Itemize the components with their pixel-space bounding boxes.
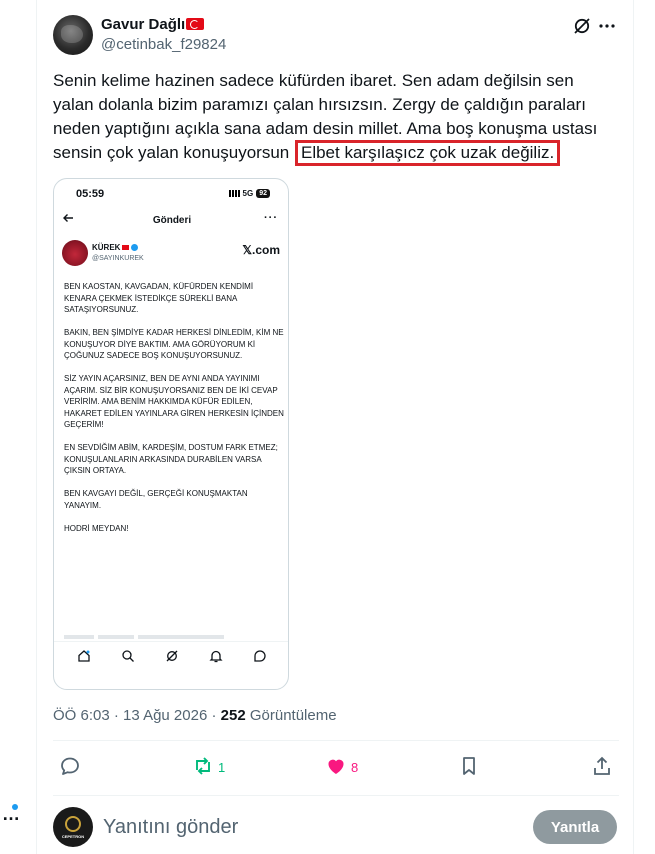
- like-button[interactable]: 8: [325, 755, 358, 780]
- embedded-screenshot[interactable]: 05:59 5G 92 Gönderi ··· KÜREK @SAYINKURE…: [53, 178, 289, 690]
- embedded-paragraph: HODRİ MEYDAN!: [64, 523, 129, 533]
- embedded-name-text: KÜREK: [92, 243, 121, 252]
- embedded-name: KÜREK: [92, 243, 139, 252]
- embedded-paragraph: EN SEVDİĞİM ABİM, KARDEŞİM, DOSTUM FARK …: [64, 443, 278, 475]
- embedded-avatar: [62, 240, 88, 266]
- phone-clock: 05:59: [76, 188, 105, 200]
- view-label: Görüntüleme: [249, 707, 337, 724]
- battery-icon: 92: [256, 189, 270, 198]
- bookmark-button[interactable]: [458, 755, 480, 780]
- grok-icon[interactable]: [572, 16, 592, 36]
- reply-icon[interactable]: [59, 755, 81, 780]
- divider: [53, 795, 619, 796]
- like-count: 8: [351, 760, 359, 775]
- phone-more-icon: ···: [264, 212, 278, 224]
- avatar-emblem: [65, 815, 81, 832]
- reply-input[interactable]: Yanıtını gönder: [103, 816, 238, 839]
- embedded-paragraph: SİZ YAYIN AÇARSINIZ, BEN DE AYNI ANDA YA…: [64, 374, 284, 429]
- retweet-count: 1: [218, 760, 226, 775]
- cut-off-text: [64, 635, 224, 639]
- search-icon: [120, 648, 136, 664]
- phone-bottom-nav: [54, 641, 288, 669]
- author-avatar[interactable]: [53, 15, 93, 55]
- embedded-handle: @SAYINKUREK: [92, 255, 144, 262]
- reply-submit-button[interactable]: Yanıtla: [533, 810, 617, 844]
- tweet-meta: ÖÖ 6:03 · 13 Ağu 2026 · 252 Görüntüleme: [53, 707, 337, 724]
- notification-dot: [12, 804, 18, 810]
- more-options-icon[interactable]: [597, 16, 617, 36]
- phone-status: 5G 92: [228, 189, 270, 198]
- signal-icon: [228, 190, 240, 197]
- author-name[interactable]: Gavur Dağlı: [101, 16, 205, 33]
- action-bar: 1 8: [53, 755, 619, 779]
- highlighted-phrase: Elbet karşılaşıcz çok uzak değiliz.: [294, 140, 561, 166]
- flag-icon: [122, 245, 130, 250]
- embedded-body: BEN KAOSTAN, KAVGADAN, KÜFÜRDEN KENDİMİ …: [64, 281, 284, 546]
- retweet-button[interactable]: 1: [192, 755, 225, 780]
- author-handle[interactable]: @cetinbak_f29824: [101, 36, 226, 53]
- phone-title: Gönderi: [152, 215, 192, 226]
- bell-icon: [208, 648, 224, 664]
- meta-separator: ·: [113, 707, 119, 724]
- post-date[interactable]: 13 Ağu 2026: [123, 707, 207, 724]
- share-icon[interactable]: [591, 755, 613, 780]
- x-logo: 𝕏.com: [242, 243, 280, 257]
- left-edge-fragment: ) …: [0, 0, 36, 854]
- post-time[interactable]: ÖÖ 6:03: [53, 707, 110, 724]
- network-label: 5G: [242, 189, 254, 198]
- divider: [53, 740, 619, 741]
- retweet-icon[interactable]: [192, 755, 214, 780]
- share-button[interactable]: [591, 755, 613, 780]
- grok-icon: [164, 648, 180, 664]
- avatar-brand-text: CEPETRON: [61, 833, 85, 839]
- heart-icon[interactable]: [325, 755, 347, 780]
- embedded-paragraph: BAKIN, BEN ŞİMDİYE KADAR HERKESİ DİNLEDİ…: [64, 328, 284, 360]
- tweet-text: Senin kelime hazinen sadece küfürden iba…: [53, 69, 617, 166]
- meta-separator: ·: [211, 707, 217, 724]
- turkey-flag-icon: [186, 18, 205, 30]
- embedded-paragraph: BEN KAOSTAN, KAVGADAN, KÜFÜRDEN KENDİMİ …: [64, 282, 254, 314]
- reply-button[interactable]: [59, 755, 81, 780]
- author-name-text[interactable]: Gavur Dağlı: [101, 16, 185, 33]
- verified-icon: [131, 244, 139, 251]
- bookmark-icon[interactable]: [458, 755, 480, 780]
- tweet-detail: Gavur Dağlı @cetinbak_f29824 Senin kelim…: [36, 0, 634, 854]
- current-user-avatar[interactable]: CEPETRON: [53, 807, 93, 847]
- embedded-paragraph: BEN KAVGAYI DEĞİL, GERÇEĞİ KONUŞMAKTAN Y…: [64, 489, 248, 510]
- home-icon: [76, 648, 92, 664]
- view-count: 252: [220, 707, 246, 724]
- edge-arc: ): [0, 680, 1, 706]
- messages-icon: [252, 648, 268, 664]
